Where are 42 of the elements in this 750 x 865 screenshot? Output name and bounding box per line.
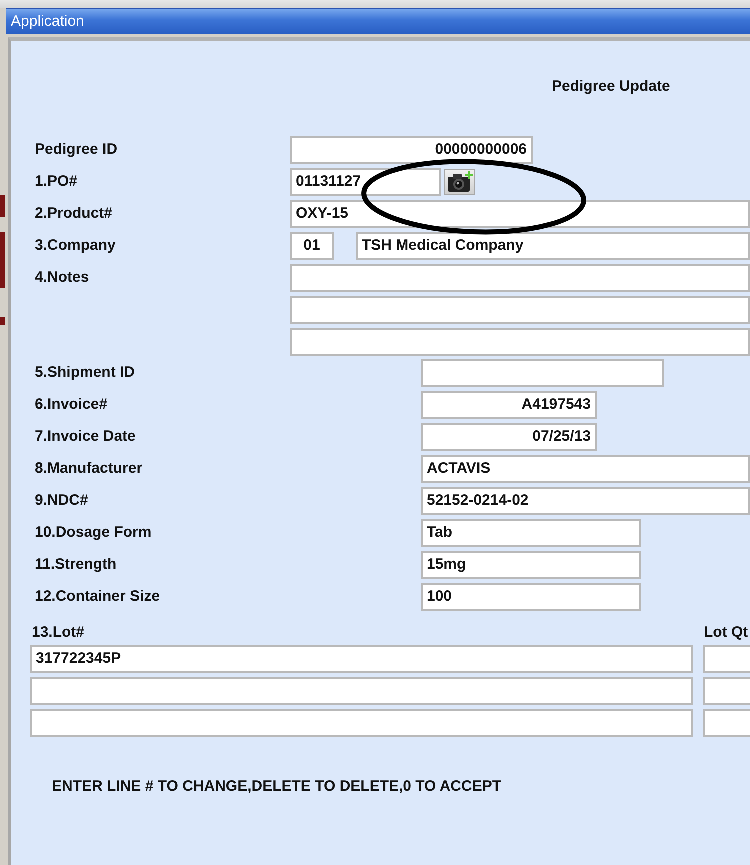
lot-field[interactable]: 317722345P	[30, 645, 693, 673]
field-label: 1.PO#	[35, 173, 78, 190]
input-field[interactable]: OXY-15	[290, 200, 750, 228]
field-label: 8.Manufacturer	[35, 460, 143, 477]
field-label: 10.Dosage Form	[35, 524, 152, 541]
form-heading: Pedigree Update	[552, 78, 670, 95]
camera-button[interactable]	[444, 169, 475, 195]
input-field[interactable]: 52152-0214-02	[421, 487, 750, 515]
field-label: 2.Product#	[35, 205, 113, 222]
lot-qty-field[interactable]	[703, 645, 750, 673]
input-field[interactable]	[421, 359, 664, 387]
input-field[interactable]: 100	[421, 583, 641, 611]
camera-icon	[446, 171, 472, 193]
field-label: 3.Company	[35, 237, 116, 254]
field-label: 5.Shipment ID	[35, 364, 136, 381]
input-field[interactable]: 15mg	[421, 551, 641, 579]
lot-qty-field[interactable]	[703, 677, 750, 705]
lot-field[interactable]	[30, 677, 693, 705]
field-label: Pedigree ID	[35, 141, 118, 158]
lot-qty-field[interactable]	[703, 709, 750, 737]
input-field[interactable]: Tab	[421, 519, 641, 547]
input-field[interactable]	[290, 328, 750, 356]
window-title: Application	[11, 13, 84, 30]
input-field[interactable]: A4197543	[421, 391, 597, 419]
input-field[interactable]: 07/25/13	[421, 423, 597, 451]
lot-field[interactable]	[30, 709, 693, 737]
field-label: 7.Invoice Date	[35, 428, 136, 445]
input-field[interactable]: 00000000006	[290, 136, 533, 164]
field-label: 6.Invoice#	[35, 396, 108, 413]
lot-qty-label: Lot Qt	[704, 624, 748, 640]
input-field[interactable]	[290, 296, 750, 324]
input-field[interactable]: TSH Medical Company	[356, 232, 750, 260]
lot-label: 13.Lot#	[32, 624, 85, 640]
field-label: 9.NDC#	[35, 492, 88, 509]
field-label: 4.Notes	[35, 269, 90, 286]
input-field[interactable]: ACTAVIS	[421, 455, 750, 483]
input-field[interactable]: 01	[290, 232, 334, 260]
field-label: 11.Strength	[35, 556, 117, 573]
input-field[interactable]	[290, 264, 750, 292]
input-field[interactable]: 01131127	[290, 168, 441, 196]
field-label: 12.Container Size	[35, 588, 160, 605]
instruction-text: ENTER LINE # TO CHANGE,DELETE TO DELETE,0 TO ACCEPT	[52, 778, 502, 795]
